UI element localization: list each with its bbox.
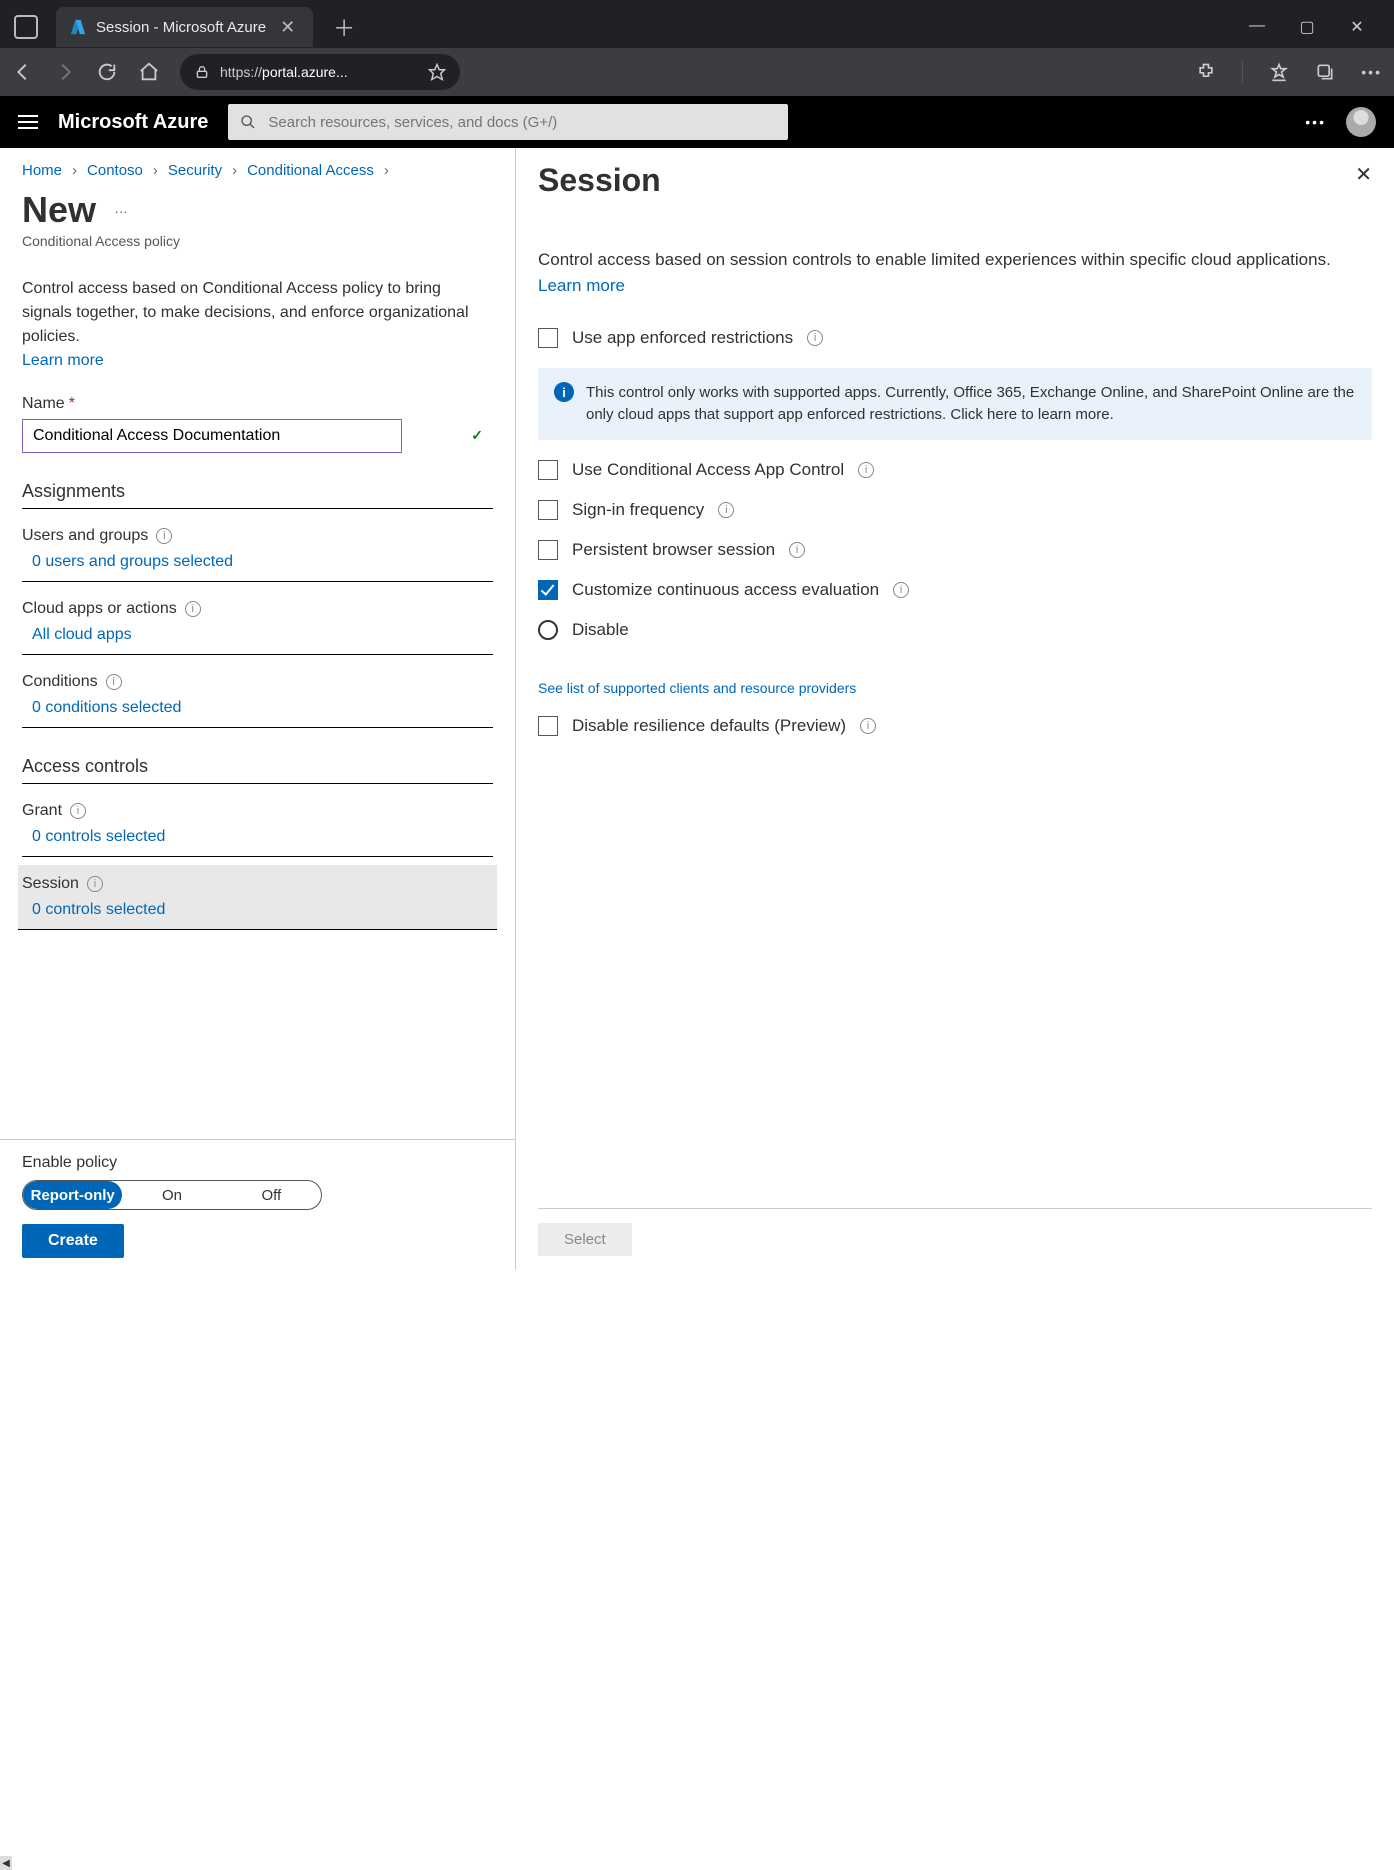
- breadcrumb-conditional-access[interactable]: Conditional Access: [247, 162, 374, 179]
- users-and-groups-item[interactable]: Users and groupsi 0 users and groups sel…: [22, 517, 493, 582]
- cloud-apps-item[interactable]: Cloud apps or actionsi All cloud apps: [22, 590, 493, 655]
- validation-check-icon: ✓: [471, 427, 483, 444]
- favorites-list-icon[interactable]: [1269, 62, 1289, 82]
- use-app-enforced-label: Use app enforced restrictions: [572, 328, 793, 348]
- persistent-browser-checkbox[interactable]: [538, 540, 558, 560]
- toggle-on[interactable]: On: [122, 1181, 221, 1209]
- enable-policy-toggle[interactable]: Report-only On Off: [22, 1180, 322, 1210]
- select-button: Select: [538, 1223, 632, 1256]
- section-assignments: Assignments: [22, 481, 493, 509]
- back-button[interactable]: [12, 61, 34, 83]
- learn-more-link[interactable]: Learn more: [22, 352, 104, 369]
- favorite-icon[interactable]: [428, 63, 446, 81]
- page-subtitle: Conditional Access policy: [22, 233, 493, 249]
- new-tab-button[interactable]: ＋: [321, 11, 367, 43]
- panel-description: Control access based on session controls…: [538, 247, 1372, 298]
- conditions-value[interactable]: 0 conditions selected: [22, 699, 493, 717]
- info-icon[interactable]: i: [185, 601, 201, 617]
- info-callout[interactable]: i This control only works with supported…: [538, 368, 1372, 440]
- azure-top-bar: Microsoft Azure •••: [0, 96, 1394, 148]
- left-footer: Enable policy Report-only On Off Create: [0, 1139, 515, 1270]
- sign-in-frequency-checkbox[interactable]: [538, 500, 558, 520]
- portal-search-input[interactable]: [266, 113, 776, 132]
- persistent-browser-label: Persistent browser session: [572, 540, 775, 560]
- sign-in-frequency-label: Sign-in frequency: [572, 500, 704, 520]
- panel-title: Session: [538, 162, 661, 199]
- info-icon[interactable]: i: [789, 542, 805, 558]
- azure-brand[interactable]: Microsoft Azure: [58, 111, 208, 134]
- collections-icon[interactable]: [1315, 62, 1335, 82]
- home-button[interactable]: [138, 61, 160, 83]
- breadcrumb-security[interactable]: Security: [168, 162, 222, 179]
- disable-resilience-checkbox[interactable]: [538, 716, 558, 736]
- info-icon[interactable]: i: [893, 582, 909, 598]
- use-ca-app-control-label: Use Conditional Access App Control: [572, 460, 844, 480]
- window-close-button[interactable]: ✕: [1348, 17, 1366, 37]
- forward-button: [54, 61, 76, 83]
- toggle-report-only[interactable]: Report-only: [23, 1181, 122, 1209]
- name-label: Name*: [22, 395, 493, 413]
- info-icon[interactable]: i: [860, 718, 876, 734]
- portal-more-button[interactable]: •••: [1305, 114, 1326, 130]
- info-icon[interactable]: i: [70, 803, 86, 819]
- section-access-controls: Access controls: [22, 756, 493, 784]
- tab-overview-icon[interactable]: [14, 15, 38, 39]
- grant-value[interactable]: 0 controls selected: [22, 828, 493, 846]
- refresh-button[interactable]: [96, 61, 118, 83]
- users-and-groups-value[interactable]: 0 users and groups selected: [22, 553, 493, 571]
- browser-tab-bar: Session - Microsoft Azure ✕ ＋ — ▢ ✕: [0, 0, 1394, 48]
- tab-title: Session - Microsoft Azure: [96, 19, 266, 36]
- customize-cae-label: Customize continuous access evaluation: [572, 580, 879, 600]
- breadcrumb: Home› Contoso› Security› Conditional Acc…: [22, 162, 493, 179]
- customize-cae-checkbox[interactable]: [538, 580, 558, 600]
- enable-policy-label: Enable policy: [22, 1154, 493, 1172]
- info-callout-text: This control only works with supported a…: [586, 382, 1356, 426]
- url-text: https://portal.azure...: [220, 64, 348, 80]
- info-icon[interactable]: i: [87, 876, 103, 892]
- info-icon[interactable]: i: [156, 528, 172, 544]
- use-ca-app-control-checkbox[interactable]: [538, 460, 558, 480]
- conditions-item[interactable]: Conditionsi 0 conditions selected: [22, 663, 493, 728]
- window-maximize-button[interactable]: ▢: [1298, 17, 1316, 37]
- disable-label: Disable: [572, 620, 629, 640]
- use-app-enforced-checkbox[interactable]: [538, 328, 558, 348]
- lock-icon: [194, 64, 210, 80]
- session-item[interactable]: Sessioni 0 controls selected: [18, 865, 497, 930]
- supported-clients-link[interactable]: See list of supported clients and resour…: [538, 680, 1372, 696]
- tab-close-icon[interactable]: ✕: [276, 17, 299, 38]
- browser-menu-button[interactable]: •••: [1361, 64, 1382, 80]
- window-minimize-button[interactable]: —: [1248, 17, 1266, 37]
- policy-name-input[interactable]: [22, 419, 402, 453]
- browser-tab[interactable]: Session - Microsoft Azure ✕: [56, 7, 313, 47]
- portal-search[interactable]: [228, 104, 788, 140]
- scroll-indicator[interactable]: ◀: [0, 1856, 12, 1870]
- grant-item[interactable]: Granti 0 controls selected: [22, 792, 493, 857]
- disable-resilience-label: Disable resilience defaults (Preview): [572, 716, 846, 736]
- extensions-icon[interactable]: [1196, 62, 1216, 82]
- cloud-apps-value[interactable]: All cloud apps: [22, 626, 493, 644]
- info-icon[interactable]: i: [858, 462, 874, 478]
- page-more-button[interactable]: …: [114, 200, 130, 216]
- breadcrumb-home[interactable]: Home: [22, 162, 62, 179]
- azure-icon: [70, 19, 86, 35]
- info-icon[interactable]: i: [807, 330, 823, 346]
- info-icon[interactable]: i: [106, 674, 122, 690]
- session-value[interactable]: 0 controls selected: [22, 901, 493, 919]
- page-title: New: [22, 189, 96, 231]
- url-field[interactable]: https://portal.azure...: [180, 54, 460, 90]
- browser-address-bar: https://portal.azure... •••: [0, 48, 1394, 96]
- info-circle-icon: i: [554, 382, 574, 402]
- user-avatar[interactable]: [1346, 107, 1376, 137]
- close-panel-button[interactable]: ✕: [1355, 162, 1372, 187]
- info-icon[interactable]: i: [718, 502, 734, 518]
- portal-menu-button[interactable]: [18, 111, 38, 133]
- panel-learn-more-link[interactable]: Learn more: [538, 276, 625, 295]
- page-description: Control access based on Conditional Acce…: [22, 277, 493, 373]
- toggle-off[interactable]: Off: [222, 1181, 321, 1209]
- disable-radio[interactable]: [538, 620, 558, 640]
- create-button[interactable]: Create: [22, 1224, 124, 1258]
- search-icon: [240, 114, 256, 130]
- breadcrumb-contoso[interactable]: Contoso: [87, 162, 143, 179]
